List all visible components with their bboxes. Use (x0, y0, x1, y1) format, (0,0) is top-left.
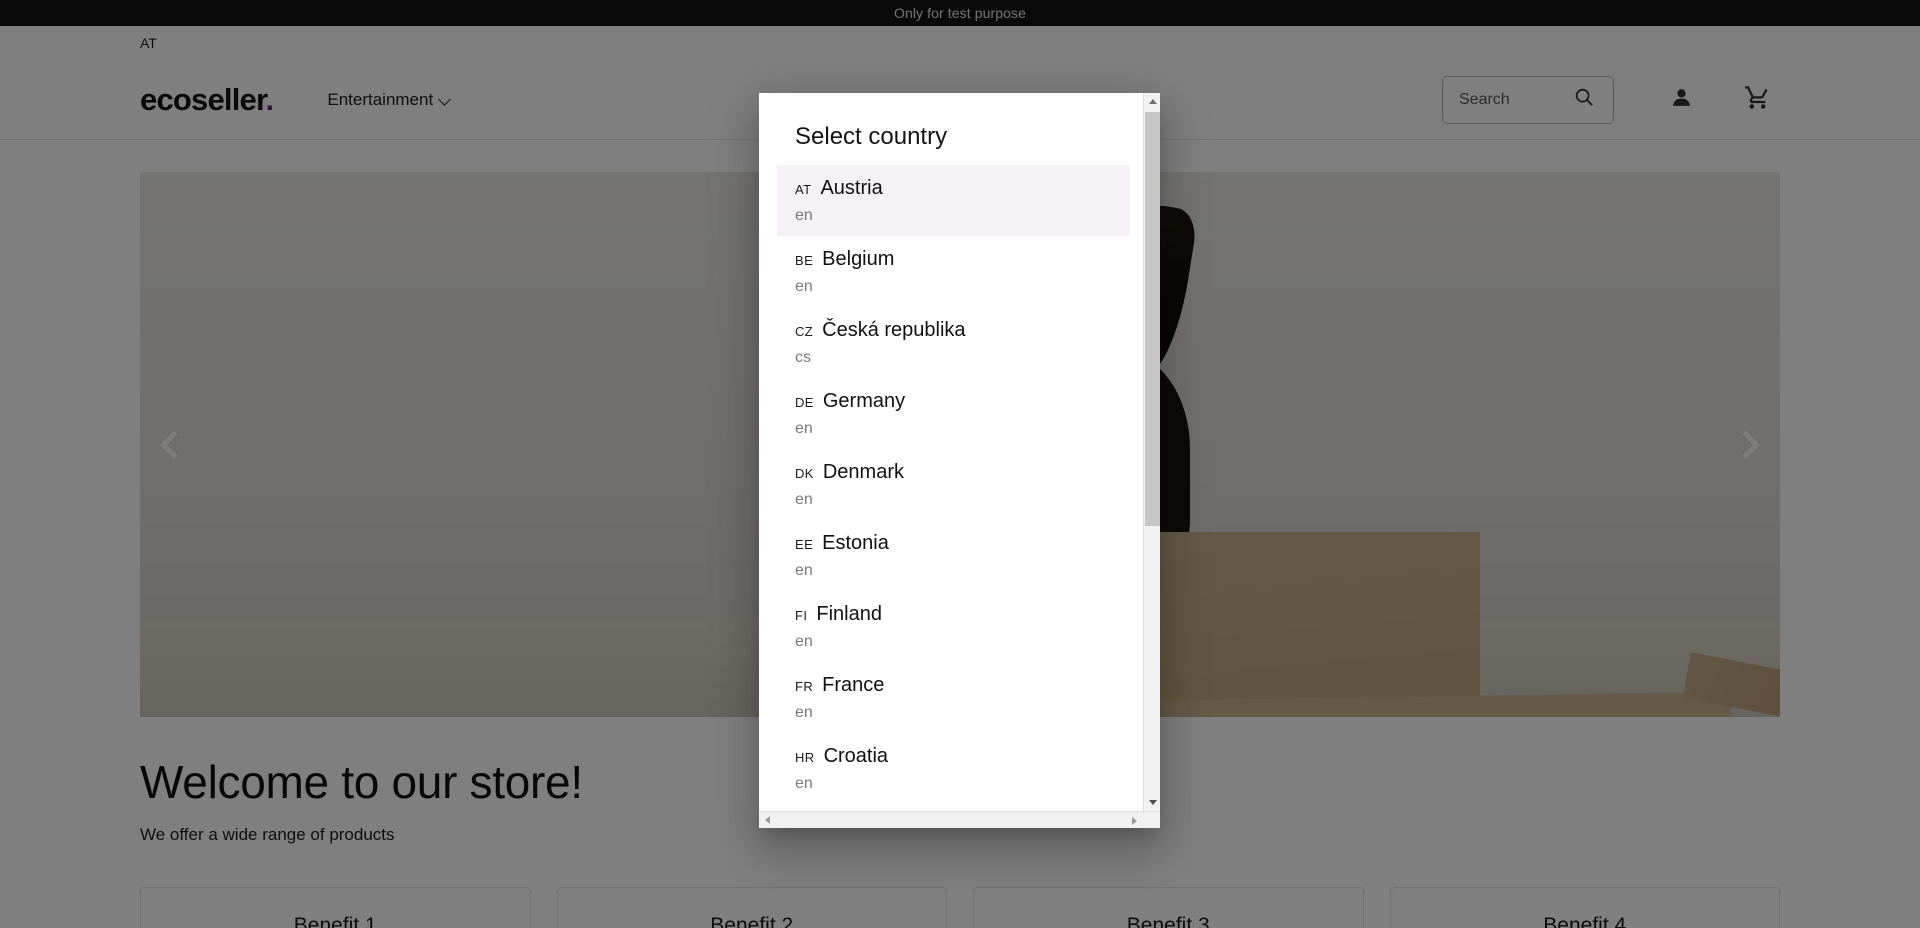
triangle-up-icon (1148, 99, 1157, 104)
country-option-main: BE Belgium (795, 247, 1130, 271)
country-option-ee[interactable]: EE Estonia en (777, 520, 1130, 591)
country-language: en (795, 633, 813, 650)
country-option-main: AT Austria (795, 176, 1130, 200)
country-name: Denmark (822, 461, 904, 483)
country-name: Estonia (822, 532, 889, 554)
country-code: CZ (795, 324, 814, 339)
country-language: en (795, 775, 813, 792)
country-code: BE (795, 253, 814, 268)
country-language: en (795, 278, 813, 295)
country-option-main: EE Estonia (795, 531, 1130, 555)
dialog-scroll-area: Select country AT Austria en BE Belgium en CZ Č… (759, 93, 1148, 811)
scrollbar-corner (1143, 812, 1160, 828)
country-code: FI (795, 608, 808, 623)
vertical-scrollbar[interactable] (1143, 93, 1160, 811)
country-name: Germany (822, 390, 906, 412)
country-option-fr[interactable]: FR France en (777, 662, 1130, 733)
country-option-main: DK Denmark (795, 460, 1130, 484)
dialog-body: Select country AT Austria en BE Belgium en CZ Č… (759, 93, 1160, 811)
scroll-down-button[interactable] (1144, 794, 1160, 811)
country-name: Croatia (823, 745, 889, 767)
triangle-down-icon (1148, 800, 1157, 805)
country-option-main: FR France (795, 673, 1130, 697)
page-root: Only for test purpose AT ecoseller. Ente… (0, 0, 1920, 928)
country-option-hr[interactable]: HR Croatia en (777, 733, 1130, 804)
country-language: en (795, 420, 813, 437)
dialog-title: Select country (795, 123, 948, 150)
country-option-dk[interactable]: DK Denmark en (777, 449, 1130, 520)
country-language: en (795, 491, 813, 508)
country-code: EE (795, 537, 814, 552)
country-option-de[interactable]: DE Germany en (777, 378, 1130, 449)
triangle-right-icon (1132, 816, 1137, 825)
select-country-dialog: Select country AT Austria en BE Belgium en CZ Č… (759, 93, 1160, 828)
scroll-right-button[interactable] (1126, 812, 1143, 828)
country-language: en (795, 207, 813, 224)
country-option-main: CZ Česká republika (795, 318, 1130, 342)
country-option-cz[interactable]: CZ Česká republika cs (777, 307, 1130, 378)
country-option-be[interactable]: BE Belgium en (777, 236, 1130, 307)
country-code: FR (795, 679, 814, 694)
country-code: DE (795, 395, 814, 410)
country-list: AT Austria en BE Belgium en CZ Česká republika c… (759, 165, 1148, 804)
country-language: en (795, 704, 813, 721)
country-language: cs (795, 349, 811, 366)
vertical-scrollbar-thumb[interactable] (1145, 112, 1160, 526)
country-name: Austria (820, 177, 883, 199)
scroll-left-button[interactable] (759, 812, 776, 829)
country-option-main: DE Germany (795, 389, 1130, 413)
country-code: HR (795, 750, 815, 765)
country-name: Belgium (822, 248, 895, 270)
country-code: AT (795, 182, 812, 197)
country-name: France (822, 674, 885, 696)
country-option-main: FI Finland (795, 602, 1130, 626)
horizontal-scrollbar[interactable] (759, 811, 1160, 828)
scroll-up-button[interactable] (1144, 93, 1160, 110)
country-option-main: HR Croatia (795, 744, 1130, 768)
country-name: Finland (816, 603, 882, 625)
country-option-fi[interactable]: FI Finland en (777, 591, 1130, 662)
country-name: Česká republika (822, 319, 966, 341)
country-code: DK (795, 466, 814, 481)
country-language: en (795, 562, 813, 579)
triangle-left-icon (765, 816, 770, 824)
country-option-at[interactable]: AT Austria en (777, 165, 1130, 236)
